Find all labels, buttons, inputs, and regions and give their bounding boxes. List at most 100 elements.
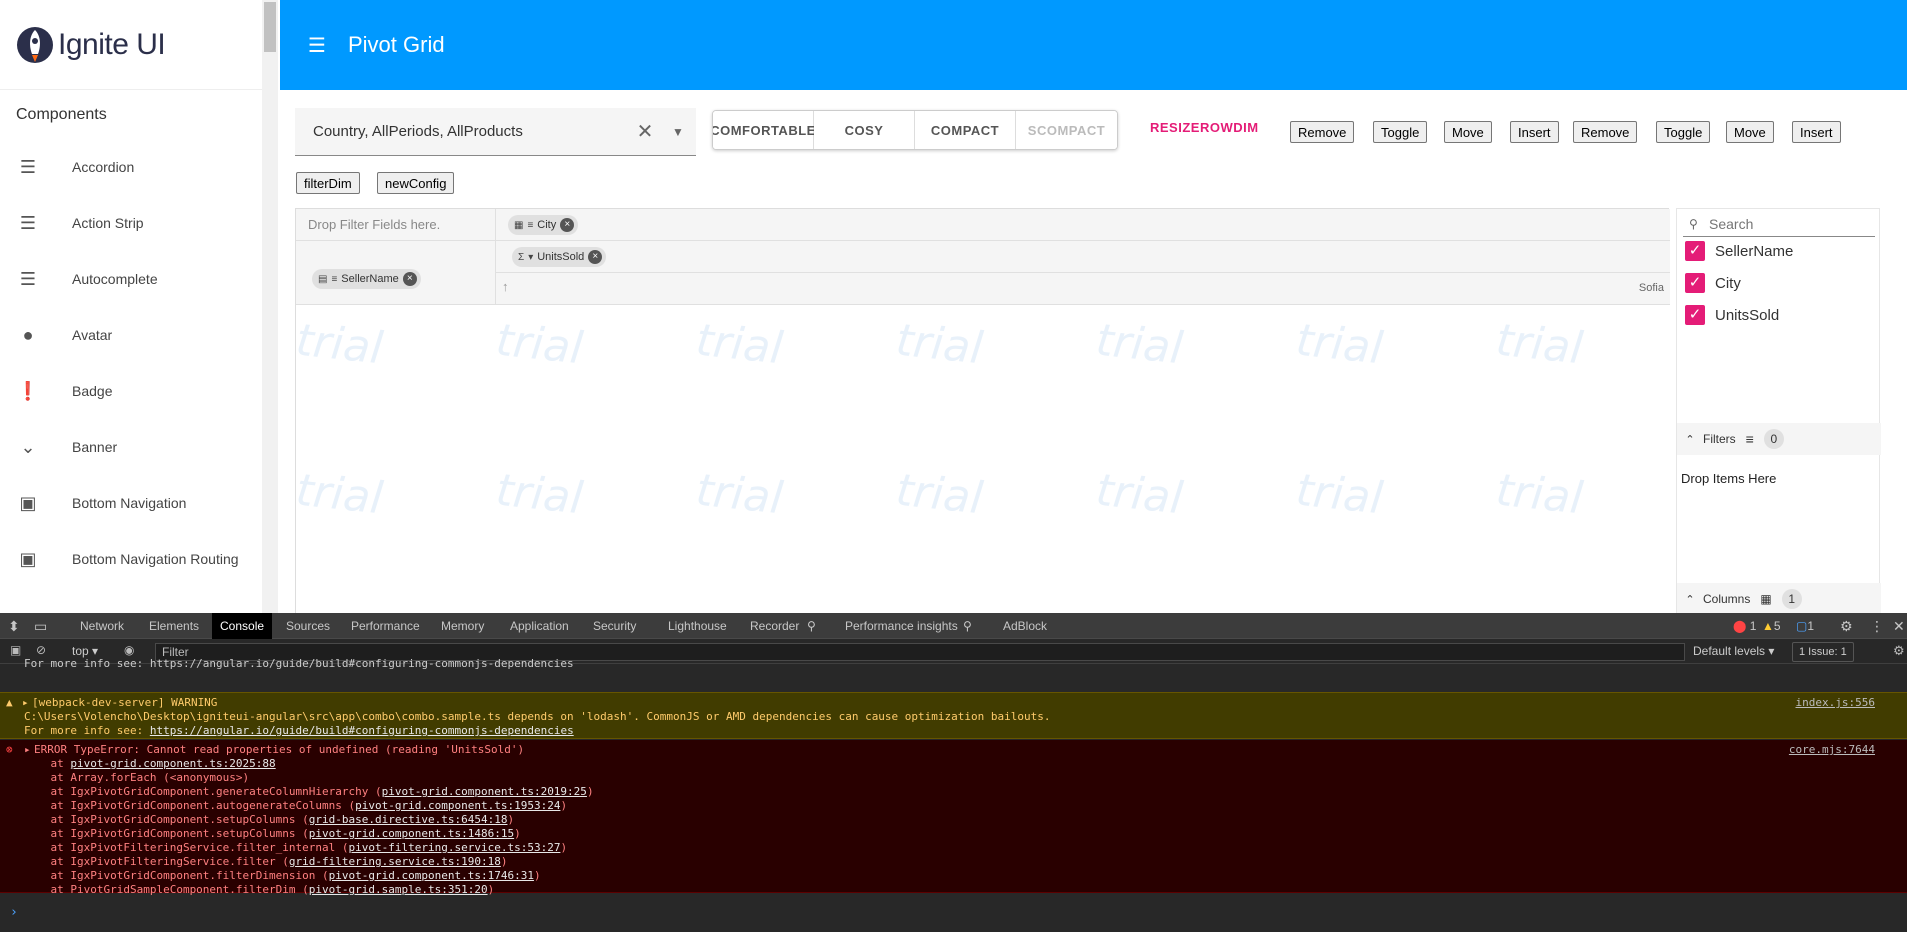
remove-chip-icon[interactable]: ×: [560, 218, 575, 232]
row-chip-seller-name[interactable]: ▤ ≡ SellerName ×: [312, 269, 421, 289]
resize-row-dim-button[interactable]: RESIZEROWDIM: [1150, 120, 1259, 135]
dropdown-arrow-icon[interactable]: ▼: [660, 125, 696, 139]
close-icon[interactable]: ✕: [1893, 613, 1905, 639]
tab-security[interactable]: Security: [593, 613, 636, 639]
issues-button[interactable]: 1 Issue: 1: [1792, 642, 1854, 662]
eye-icon[interactable]: ◉: [124, 643, 134, 657]
stack-line: at IgxPivotGridComponent.setupColumns (p…: [24, 827, 520, 841]
checkbox-checked-icon[interactable]: ✓: [1685, 241, 1705, 261]
gear-icon[interactable]: ⚙: [1840, 613, 1853, 639]
stack-source-link[interactable]: grid-base.directive.ts:6454:18: [309, 813, 508, 826]
tab-memory[interactable]: Memory: [441, 613, 484, 639]
column-chip-city[interactable]: ▦ ≡ City ×: [508, 215, 579, 235]
sidebar-item-avatar[interactable]: ● Avatar: [0, 307, 264, 363]
remove-chip-icon[interactable]: ×: [588, 250, 603, 264]
warning-link[interactable]: https://angular.io/guide/build#configuri…: [150, 724, 574, 737]
error-source-link[interactable]: core.mjs:7644: [1789, 743, 1875, 757]
chevron-up-icon[interactable]: ⌃: [1677, 593, 1703, 606]
stack-source-link[interactable]: pivot-grid.component.ts:1953:24: [355, 799, 560, 812]
sidebar-scrollbar[interactable]: [262, 0, 278, 613]
value-chip-units-sold[interactable]: Σ ▾ UnitsSold ×: [512, 247, 607, 267]
tab-network[interactable]: Network: [80, 613, 124, 639]
checkbox-checked-icon[interactable]: ✓: [1685, 273, 1705, 293]
message-count-icon[interactable]: ▢1: [1796, 613, 1814, 639]
sidebar-item-autocomplete[interactable]: ☰ Autocomplete: [0, 251, 264, 307]
selector-search[interactable]: ⚲: [1683, 211, 1875, 237]
menu-icon[interactable]: ☰: [308, 33, 332, 58]
sidebar-item-bottom-navigation[interactable]: ▣ Bottom Navigation: [0, 475, 264, 531]
sidebar-toggle-icon[interactable]: ▣: [10, 643, 21, 657]
inspect-icon[interactable]: ⬍: [8, 613, 20, 639]
density-cosy-button[interactable]: COSY: [814, 111, 915, 149]
more-vertical-icon[interactable]: ⋮: [1870, 613, 1884, 639]
filter-icon[interactable]: ≡: [527, 220, 533, 231]
warning-source-link[interactable]: index.js:556: [1796, 696, 1875, 710]
move-button[interactable]: Move: [1444, 121, 1492, 143]
clear-icon[interactable]: ✕: [630, 119, 660, 144]
chevron-up-icon[interactable]: ⌃: [1677, 433, 1703, 446]
stack-source-link[interactable]: grid-filtering.service.ts:190:18: [289, 855, 501, 868]
sidebar-item-accordion[interactable]: ☰ Accordion: [0, 139, 264, 195]
sort-arrow-icon[interactable]: ↑: [502, 279, 509, 294]
expand-icon[interactable]: ▸: [22, 696, 29, 710]
stack-source-link[interactable]: pivot-grid.component.ts:2019:25: [382, 785, 587, 798]
sidebar-item-banner[interactable]: ⌄ Banner: [0, 419, 264, 475]
flask-icon: ⚲: [807, 619, 816, 633]
error-count-icon[interactable]: ⬤ 1: [1733, 613, 1756, 639]
search-input[interactable]: [1709, 215, 1859, 232]
expand-icon[interactable]: ▸: [24, 743, 31, 757]
tab-application[interactable]: Application: [510, 613, 569, 639]
density-scompact-button[interactable]: SCOMPACT: [1016, 111, 1117, 149]
sidebar-scrollbar-thumb[interactable]: [264, 2, 276, 52]
sidebar-item-badge[interactable]: ❗ Badge: [0, 363, 264, 419]
stack-source-link[interactable]: pivot-grid.sample.ts:351:20: [309, 883, 488, 896]
stack-source-link[interactable]: pivot-filtering.service.ts:53:27: [349, 841, 561, 854]
filters-panel-header[interactable]: ⌃ Filters ≡ 0: [1677, 423, 1881, 455]
toggle-button[interactable]: Toggle: [1373, 121, 1428, 143]
move-button[interactable]: Move: [1726, 121, 1774, 143]
tab-recorder[interactable]: Recorder: [750, 613, 799, 639]
new-config-button[interactable]: newConfig: [377, 172, 455, 194]
filter-dim-button[interactable]: filterDim: [296, 172, 360, 194]
stack-source-link[interactable]: pivot-grid.component.ts:1746:31: [329, 869, 534, 882]
filter-icon[interactable]: ≡: [331, 274, 337, 285]
tab-lighthouse[interactable]: Lighthouse: [668, 613, 727, 639]
stack-source-link[interactable]: pivot-grid.component.ts:1486:15: [309, 827, 514, 840]
selector-item-city[interactable]: ✓ City: [1685, 273, 1741, 293]
tab-performance-insights[interactable]: Performance insights: [845, 613, 958, 639]
density-compact-button[interactable]: COMPACT: [915, 111, 1016, 149]
clear-console-icon[interactable]: ⊘: [36, 643, 46, 657]
stack-source-link[interactable]: pivot-grid.component.ts:2025:88: [70, 757, 275, 770]
density-comfortable-button[interactable]: COMFORTABLE: [713, 111, 815, 149]
config-combo[interactable]: Country, AllPeriods, AllProducts ✕ ▼: [295, 108, 696, 156]
context-select[interactable]: top ▾: [72, 644, 98, 658]
tab-adblock[interactable]: AdBlock: [1003, 613, 1047, 639]
insert-button[interactable]: Insert: [1510, 121, 1559, 143]
selector-item-units-sold[interactable]: ✓ UnitsSold: [1685, 305, 1779, 325]
tab-elements[interactable]: Elements: [149, 613, 199, 639]
tab-console[interactable]: Console: [212, 613, 273, 639]
remove-button[interactable]: Remove: [1573, 121, 1638, 143]
checkbox-checked-icon[interactable]: ✓: [1685, 305, 1705, 325]
toggle-button[interactable]: Toggle: [1656, 121, 1711, 143]
device-toolbar-icon[interactable]: ▭: [34, 613, 47, 639]
filters-dropzone[interactable]: Drop Items Here: [1681, 471, 1776, 486]
logo[interactable]: Ignite UI: [0, 0, 264, 89]
filter-dropzone[interactable]: Drop Filter Fields here.: [296, 209, 496, 241]
tab-performance[interactable]: Performance: [351, 613, 420, 639]
warning-count-icon[interactable]: ▲5: [1762, 613, 1781, 639]
config-combo-value: Country, AllPeriods, AllProducts: [313, 123, 523, 140]
sidebar-item-action-strip[interactable]: ☰ Action Strip: [0, 195, 264, 251]
sidebar-item-bottom-navigation-routing[interactable]: ▣ Bottom Navigation Routing: [0, 531, 264, 587]
columns-panel-header[interactable]: ⌃ Columns ▦ 1: [1677, 583, 1881, 615]
tab-sources[interactable]: Sources: [286, 613, 330, 639]
remove-button[interactable]: Remove: [1290, 121, 1355, 143]
gear-icon[interactable]: ⚙: [1893, 643, 1905, 659]
selector-item-seller-name[interactable]: ✓ SellerName: [1685, 241, 1793, 261]
console-prompt[interactable]: ›: [10, 905, 18, 920]
remove-chip-icon[interactable]: ×: [402, 272, 417, 286]
column-header[interactable]: Sofia: [1639, 282, 1664, 294]
log-levels-dropdown[interactable]: Default levels ▾: [1693, 644, 1774, 658]
insert-button[interactable]: Insert: [1792, 121, 1841, 143]
chevron-down-icon[interactable]: ▾: [528, 252, 533, 263]
